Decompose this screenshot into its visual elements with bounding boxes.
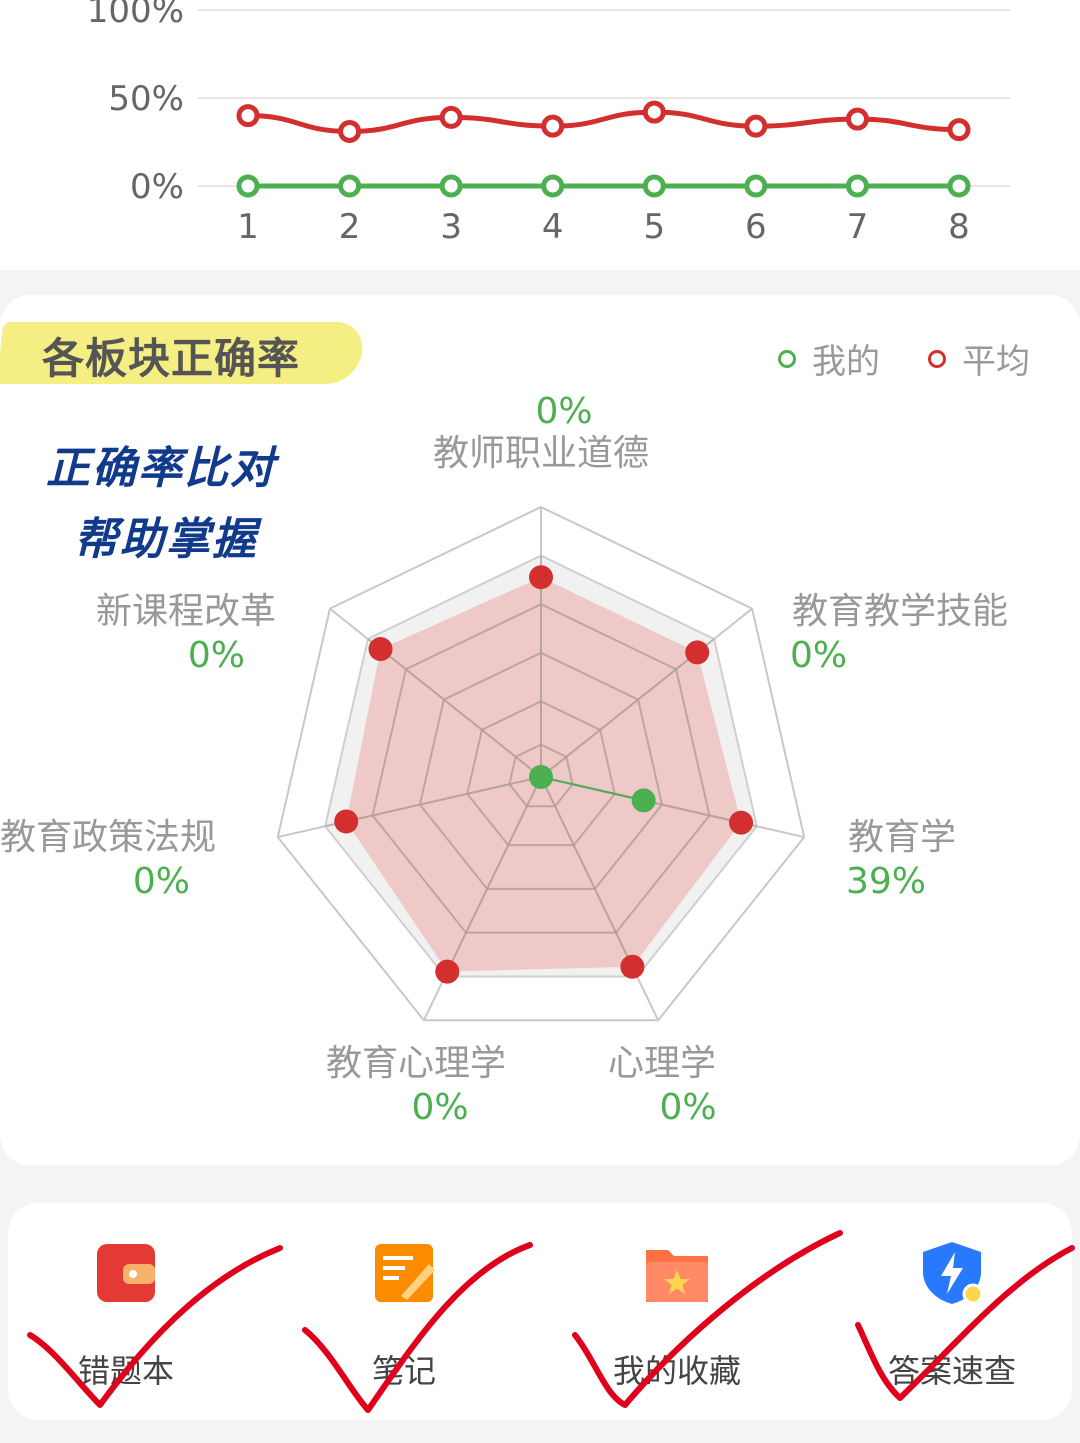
legend-average: 平均 [928, 334, 1030, 383]
radar-axis-label: 教育教学技能 [792, 591, 1008, 632]
radar-axis-label: 教育政策法规 [0, 817, 216, 858]
x-tick-label: 6 [745, 207, 767, 247]
tool-answer-lookup[interactable]: 答案速查 [852, 1240, 1052, 1392]
radar-axis-value: 0% [411, 1087, 468, 1128]
trend-chart-card: 100% 50% 0% 1 2 3 4 5 6 7 8 [0, 0, 1080, 270]
series-point-0 [642, 100, 666, 124]
series-point-0 [439, 105, 463, 129]
radar-point-average [685, 640, 710, 665]
radar-axis-label: 教育心理学 [326, 1043, 506, 1084]
x-tick-label: 3 [440, 207, 462, 247]
trend-line-chart: 100% 50% 0% 1 2 3 4 5 6 7 8 [87, 0, 1010, 247]
radar-axis-value: 0% [535, 395, 592, 432]
series-point-0 [236, 104, 260, 128]
radar-point-average [334, 809, 359, 834]
series-point-1 [947, 174, 971, 198]
series-point-1 [236, 174, 260, 198]
tool-label-wrong-book: 错题本 [77, 1352, 174, 1390]
tool-favorites[interactable]: 我的收藏 [577, 1240, 777, 1392]
folder-star-icon [644, 1240, 710, 1306]
y-tick-label: 0% [130, 167, 184, 207]
radar-point-average [729, 810, 754, 835]
legend-mine: 我的 [778, 334, 880, 383]
radar-axis-value: 39% [846, 861, 926, 902]
series-point-0 [338, 119, 362, 143]
series-point-1 [338, 174, 362, 198]
series-point-1 [744, 174, 768, 198]
radar-axis-value: 0% [133, 861, 190, 902]
radar-axis-value: 0% [188, 635, 245, 676]
radar-axis-label: 心理学 [608, 1043, 716, 1084]
tool-wrong-book[interactable]: 错题本 [26, 1240, 226, 1392]
series-point-0 [744, 114, 768, 138]
x-tick-label: 4 [542, 207, 564, 247]
radar-point-average [435, 959, 460, 984]
radar-axis-value: 0% [790, 635, 847, 676]
tool-label-favorites: 我的收藏 [612, 1352, 741, 1390]
radar-point-mine [631, 788, 656, 813]
series-point-0 [947, 118, 971, 142]
tool-label-notes: 笔记 [371, 1352, 436, 1390]
series-point-0 [541, 114, 565, 138]
series-point-1 [845, 174, 869, 198]
legend-mine-label: 我的 [812, 342, 880, 382]
tool-label-answer-lookup: 答案速查 [887, 1352, 1016, 1390]
x-tick-label: 1 [237, 207, 259, 247]
radar-point-mine-center [529, 765, 553, 789]
radar-axis-value: 0% [659, 1087, 716, 1128]
x-tick-label: 7 [847, 207, 869, 247]
wallet-icon [93, 1240, 159, 1306]
x-tick-label: 8 [948, 207, 970, 247]
radar-chart: 教师职业道德0%教育教学技能0%教育学39%心理学0%教育心理学0%教育政策法规… [0, 395, 1008, 1128]
section-title: 各板块正确率 [42, 334, 301, 383]
radar-axis-label: 教师职业道德 [433, 433, 649, 474]
radar-point-average [368, 637, 393, 662]
radar-axis-label: 教育学 [848, 817, 956, 858]
series-point-0 [845, 107, 869, 131]
legend-mine-marker [778, 349, 796, 368]
series-point-1 [541, 174, 565, 198]
legend-average-marker [928, 349, 946, 368]
legend-average-label: 平均 [962, 342, 1030, 382]
x-tick-label: 2 [339, 207, 361, 247]
shield-bolt-icon [919, 1240, 985, 1306]
tool-notes[interactable]: 笔记 [304, 1240, 504, 1392]
radar-point-average [529, 565, 553, 590]
series-point-1 [642, 174, 666, 198]
y-tick-label: 100% [87, 0, 184, 31]
series-point-1 [439, 174, 463, 198]
note-icon [371, 1240, 437, 1306]
radar-legend: 我的 平均 [778, 334, 1030, 383]
radar-axis-label: 新课程改革 [96, 591, 276, 632]
x-tick-label: 5 [643, 207, 665, 247]
y-tick-label: 50% [108, 79, 184, 119]
radar-point-average [620, 954, 645, 979]
